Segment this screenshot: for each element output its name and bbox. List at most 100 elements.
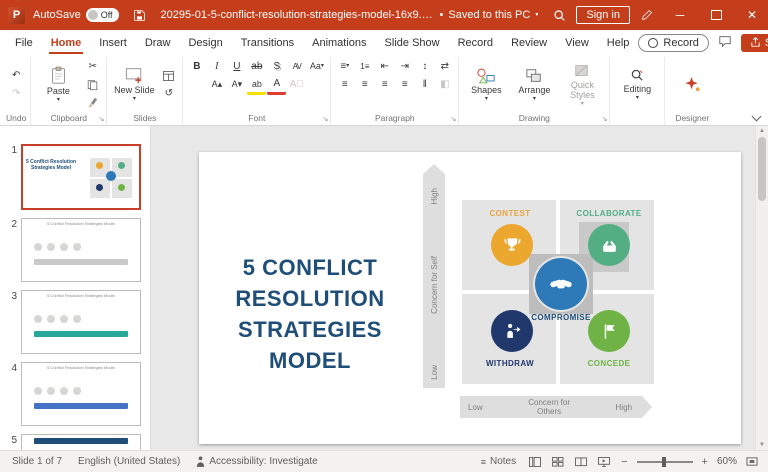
zoom-slider[interactable] — [637, 461, 693, 463]
thumbnail-image[interactable]: 5 Conflict Resolution Strategies Model — [21, 144, 141, 210]
change-case-button[interactable]: Aa▾ — [307, 58, 326, 74]
withdraw-label[interactable]: WITHDRAW — [462, 359, 558, 368]
thumbnail-5[interactable]: 5 — [6, 434, 141, 450]
contest-label[interactable]: CONTEST — [462, 209, 558, 218]
notes-button[interactable]: ≡ Notes — [477, 456, 520, 467]
shrink-font-button[interactable]: A▾ — [227, 76, 246, 92]
zoom-out-button[interactable]: − — [619, 456, 629, 468]
withdraw-node[interactable] — [491, 310, 533, 352]
save-button[interactable] — [127, 0, 153, 30]
pen-mode-button[interactable] — [634, 0, 660, 30]
text-shadow-button[interactable]: S — [267, 58, 286, 74]
thumbnail-image[interactable] — [21, 434, 141, 450]
font-dialog-launcher[interactable]: ↘ — [322, 116, 328, 123]
comments-button[interactable] — [718, 35, 732, 51]
tab-file[interactable]: File — [6, 32, 42, 54]
convert-smartart-button[interactable]: ◧ — [435, 76, 454, 92]
tab-transitions[interactable]: Transitions — [232, 32, 303, 54]
quick-styles-button[interactable]: Quick Styles ▾ — [559, 60, 605, 110]
slide-layout-button[interactable] — [159, 68, 178, 84]
x-axis-shape[interactable]: Low Concern for Others High — [460, 396, 642, 418]
tab-help[interactable]: Help — [598, 32, 639, 54]
bullets-button[interactable]: ≡▾ — [335, 58, 354, 74]
clipboard-dialog-launcher[interactable]: ↘ — [98, 116, 104, 123]
align-right-button[interactable]: ≡ — [375, 76, 394, 92]
editing-button[interactable]: Editing ▾ — [614, 60, 660, 110]
scroll-down-icon[interactable]: ▼ — [759, 441, 765, 449]
autosave-toggle[interactable]: Off — [86, 8, 119, 22]
decrease-indent-button[interactable]: ⇤ — [375, 58, 394, 74]
cut-button[interactable]: ✂ — [83, 59, 102, 75]
font-color-button[interactable]: A — [267, 76, 286, 95]
format-painter-button[interactable] — [83, 95, 102, 111]
zoom-slider-thumb[interactable] — [662, 457, 666, 467]
fit-to-window-button[interactable] — [744, 454, 760, 470]
zoom-level[interactable]: 60% — [717, 456, 737, 467]
scroll-up-icon[interactable]: ▲ — [759, 127, 765, 135]
strikethrough-button[interactable]: ab — [247, 58, 266, 74]
tab-view[interactable]: View — [556, 32, 598, 54]
tab-review[interactable]: Review — [502, 32, 556, 54]
arrange-button[interactable]: Arrange ▾ — [511, 60, 557, 110]
tab-slide-show[interactable]: Slide Show — [376, 32, 449, 54]
tab-design[interactable]: Design — [179, 32, 231, 54]
highlight-color-button[interactable]: ab — [247, 76, 266, 95]
record-button[interactable]: Record — [638, 34, 708, 52]
underline-button[interactable]: U — [227, 58, 246, 74]
y-axis-shape[interactable]: High Concern for Self Low — [423, 174, 445, 388]
thumbnail-image[interactable]: 5 Conflict Resolution Strategies Model — [21, 218, 141, 282]
contest-node[interactable] — [491, 224, 533, 266]
chevron-down-icon[interactable]: ▾ — [535, 12, 538, 18]
drawing-dialog-launcher[interactable]: ↘ — [601, 116, 607, 123]
collaborate-label[interactable]: COLLABORATE — [560, 209, 658, 218]
align-center-button[interactable]: ≡ — [355, 76, 374, 92]
close-button[interactable]: ✕ — [736, 0, 768, 30]
tab-home[interactable]: Home — [42, 32, 91, 54]
concede-node[interactable] — [588, 310, 630, 352]
paste-button[interactable]: Paste ▾ — [35, 60, 81, 110]
justify-button[interactable]: ≡ — [395, 76, 414, 92]
thumbnail-1[interactable]: 1 5 Conflict Resolution Strategies Model — [6, 144, 141, 210]
sign-in-button[interactable]: Sign in — [576, 6, 630, 24]
powerpoint-app-icon[interactable]: P — [8, 7, 25, 24]
undo-button[interactable]: ↶ — [7, 68, 26, 84]
collaborate-node[interactable] — [588, 224, 630, 266]
normal-view-button[interactable] — [527, 454, 543, 470]
thumbnail-image[interactable]: 5 Conflict Resolution Strategies Model — [21, 290, 141, 354]
slide-indicator[interactable]: Slide 1 of 7 — [4, 456, 70, 467]
compromise-node[interactable] — [535, 258, 587, 310]
collapse-ribbon-icon[interactable] — [752, 112, 762, 122]
clear-formatting-button[interactable]: A⃠ — [287, 76, 306, 92]
saved-status[interactable]: Saved to this PC — [448, 9, 530, 21]
thumbnail-image[interactable]: 5 Conflict Resolution Strategies Model — [21, 362, 141, 426]
autosave-control[interactable]: AutoSave Off — [33, 8, 119, 22]
share-button[interactable]: Share ▾ — [741, 34, 768, 52]
shapes-button[interactable]: Shapes ▾ — [463, 60, 509, 110]
thumbnail-4[interactable]: 4 5 Conflict Resolution Strategies Model — [6, 362, 141, 426]
slide-canvas[interactable]: 5 CONFLICT RESOLUTION STRATEGIES MODEL H… — [151, 126, 755, 450]
bold-button[interactable]: B — [187, 58, 206, 74]
vertical-scrollbar[interactable]: ▲ ▼ — [755, 126, 768, 450]
slideshow-button[interactable] — [596, 454, 612, 470]
align-left-button[interactable]: ≡ — [335, 76, 354, 92]
columns-button[interactable]: ‖ — [415, 76, 434, 92]
character-spacing-button[interactable]: AV — [287, 58, 306, 74]
tab-animations[interactable]: Animations — [303, 32, 375, 54]
reading-view-button[interactable] — [573, 454, 589, 470]
paragraph-dialog-launcher[interactable]: ↘ — [450, 116, 456, 123]
italic-button[interactable]: I — [207, 58, 226, 74]
slide-title-textbox[interactable]: 5 CONFLICT RESOLUTION STRATEGIES MODEL — [199, 252, 421, 376]
thumbnail-2[interactable]: 2 5 Conflict Resolution Strategies Model — [6, 218, 141, 282]
tab-insert[interactable]: Insert — [90, 32, 136, 54]
tab-draw[interactable]: Draw — [136, 32, 180, 54]
concede-label[interactable]: CONCEDE — [560, 359, 658, 368]
increase-indent-button[interactable]: ⇥ — [395, 58, 414, 74]
zoom-in-button[interactable]: + — [700, 456, 710, 468]
thumbnail-3[interactable]: 3 5 Conflict Resolution Strategies Model — [6, 290, 141, 354]
search-button[interactable] — [546, 0, 572, 30]
line-spacing-button[interactable]: ↕ — [415, 58, 434, 74]
grow-font-button[interactable]: A▴ — [207, 76, 226, 92]
text-direction-button[interactable]: ⇄ — [435, 58, 454, 74]
copy-button[interactable] — [83, 77, 102, 93]
minimize-button[interactable]: ─ — [664, 0, 696, 30]
